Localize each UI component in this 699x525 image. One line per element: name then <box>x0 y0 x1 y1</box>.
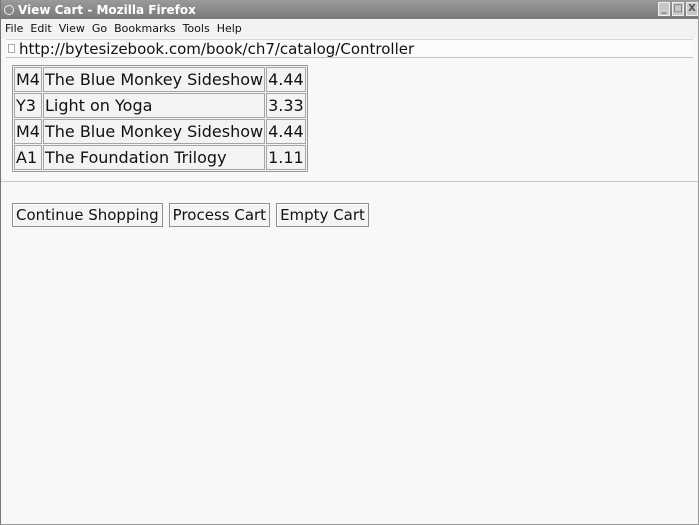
menu-edit[interactable]: Edit <box>30 22 51 35</box>
table-row: A1 The Foundation Trilogy 1.11 <box>14 145 306 170</box>
address-bar[interactable]: http://bytesizebook.com/book/ch7/catalog… <box>6 39 693 58</box>
table-row: M4 The Blue Monkey Sideshow 4.44 <box>14 67 306 92</box>
item-price: 4.44 <box>266 67 306 92</box>
url-text[interactable]: http://bytesizebook.com/book/ch7/catalog… <box>19 40 414 58</box>
browser-window: View Cart - Mozilla Firefox _ □ X File E… <box>0 0 699 525</box>
item-title: Light on Yoga <box>42 93 266 118</box>
item-id: M4 <box>14 119 42 144</box>
item-title: The Blue Monkey Sideshow <box>42 119 266 144</box>
maximize-button[interactable]: □ <box>672 2 684 16</box>
menu-bookmarks[interactable]: Bookmarks <box>114 22 175 35</box>
item-id: M4 <box>14 67 42 92</box>
page-icon <box>8 44 15 53</box>
item-id: A1 <box>14 145 42 170</box>
item-title: The Foundation Trilogy <box>42 145 266 170</box>
table-row: Y3 Light on Yoga 3.33 <box>14 93 306 118</box>
minimize-button[interactable]: _ <box>658 2 670 16</box>
continue-shopping-button[interactable]: Continue Shopping <box>12 203 163 227</box>
cart-table: M4 The Blue Monkey Sideshow 4.44 Y3 Ligh… <box>12 65 308 172</box>
window-controls: _ □ X <box>658 2 698 16</box>
window-title: View Cart - Mozilla Firefox <box>18 2 196 17</box>
item-price: 4.44 <box>266 119 306 144</box>
title-bar: View Cart - Mozilla Firefox _ □ X <box>1 0 698 19</box>
menu-file[interactable]: File <box>5 22 23 35</box>
empty-cart-button[interactable]: Empty Cart <box>276 203 369 227</box>
cart-actions: Continue Shopping Process Cart Empty Car… <box>12 182 688 227</box>
firefox-icon <box>4 4 14 15</box>
menu-help[interactable]: Help <box>217 22 242 35</box>
item-title: The Blue Monkey Sideshow <box>42 67 266 92</box>
item-id: Y3 <box>14 93 42 118</box>
process-cart-button[interactable]: Process Cart <box>168 203 271 227</box>
table-row: M4 The Blue Monkey Sideshow 4.44 <box>14 119 306 144</box>
item-price: 3.33 <box>266 93 306 118</box>
item-price: 1.11 <box>266 145 306 170</box>
page-content: M4 The Blue Monkey Sideshow 4.44 Y3 Ligh… <box>1 58 698 227</box>
menu-go[interactable]: Go <box>92 22 107 35</box>
menu-bar: File Edit View Go Bookmarks Tools Help <box>1 19 698 38</box>
menu-tools[interactable]: Tools <box>183 22 210 35</box>
menu-view[interactable]: View <box>59 22 85 35</box>
close-button[interactable]: X <box>686 2 698 16</box>
